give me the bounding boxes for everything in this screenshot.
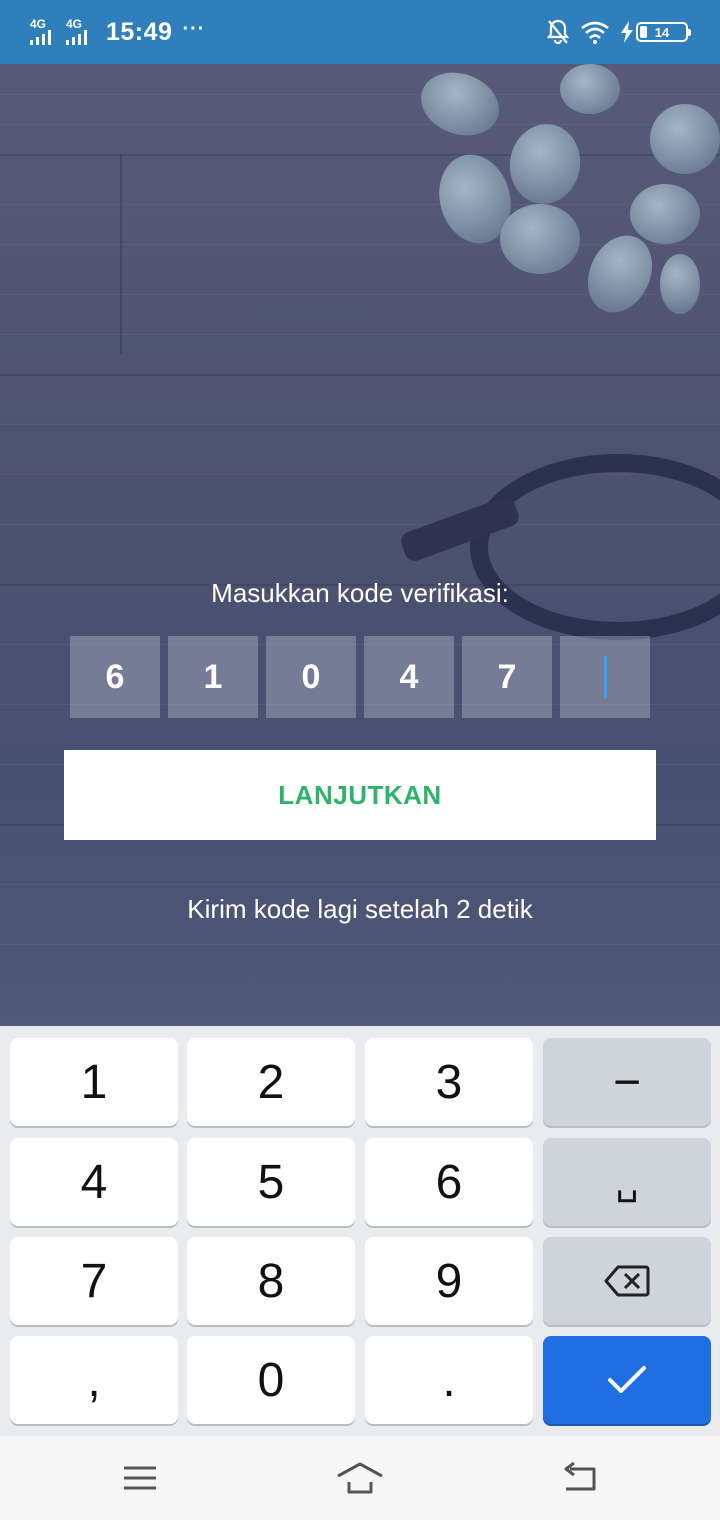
resend-countdown: Kirim kode lagi setelah 2 detik: [187, 894, 533, 924]
verification-prompt: Masukkan kode verifikasi:: [211, 578, 509, 608]
checkmark-icon: [608, 1366, 646, 1393]
more-notifications-icon: ···: [182, 17, 206, 40]
home-icon: [337, 1462, 383, 1494]
key-5[interactable]: 5: [187, 1138, 355, 1226]
key-comma[interactable]: ,: [10, 1336, 178, 1424]
otp-digit-box[interactable]: 1: [168, 636, 258, 718]
key-space[interactable]: ␣: [543, 1138, 711, 1226]
status-bar: 4G 4G 15:49 ··· 14: [0, 0, 720, 64]
key-6[interactable]: 6: [365, 1138, 533, 1226]
navigation-bar: [0, 1436, 720, 1520]
status-left: 4G 4G 15:49 ···: [30, 14, 205, 50]
key-1[interactable]: 1: [10, 1038, 178, 1126]
back-icon: [564, 1461, 596, 1491]
back-button[interactable]: [550, 1458, 610, 1498]
clock: 15:49: [106, 17, 173, 46]
backspace-icon: [604, 1265, 650, 1297]
battery-icon: 14: [636, 22, 691, 42]
key-backspace[interactable]: [543, 1237, 711, 1325]
menu-icon: [124, 1466, 156, 1490]
signal-icon: 4G: [30, 17, 64, 47]
charging-bolt-icon: [621, 21, 633, 43]
otp-digit-box[interactable]: 4: [364, 636, 454, 718]
otp-digit-box[interactable]: 0: [266, 636, 356, 718]
verification-screen: Masukkan kode verifikasi: 6 1 0 4 7 LANJ…: [0, 64, 720, 1026]
key-3[interactable]: 3: [365, 1038, 533, 1126]
key-4[interactable]: 4: [10, 1138, 178, 1226]
glasses-decoration: [470, 454, 720, 640]
status-right: 14: [546, 16, 691, 48]
battery-level: 14: [654, 24, 670, 40]
key-7[interactable]: 7: [10, 1237, 178, 1325]
key-minus[interactable]: −: [543, 1038, 711, 1126]
menu-button[interactable]: [110, 1458, 170, 1498]
key-8[interactable]: 8: [187, 1237, 355, 1325]
otp-digit-box[interactable]: 7: [462, 636, 552, 718]
home-button[interactable]: [330, 1458, 390, 1498]
wifi-icon: [581, 21, 609, 44]
key-9[interactable]: 9: [365, 1237, 533, 1325]
continue-button[interactable]: LANJUTKAN: [64, 750, 656, 840]
network-type-label: 4G: [30, 17, 47, 31]
otp-digit-box-active[interactable]: [560, 636, 650, 718]
numeric-keyboard: 1 2 3 − 4 5 6 ␣ 7 8 9 , 0 .: [0, 1026, 720, 1436]
text-cursor: [603, 656, 607, 698]
signal-icon: 4G: [66, 17, 100, 47]
key-2[interactable]: 2: [187, 1038, 355, 1126]
otp-input-row[interactable]: 6 1 0 4 7: [70, 636, 650, 718]
key-done[interactable]: [543, 1336, 711, 1424]
key-0[interactable]: 0: [187, 1336, 355, 1424]
key-period[interactable]: .: [365, 1336, 533, 1424]
mute-bell-icon: [546, 19, 570, 45]
otp-digit-box[interactable]: 6: [70, 636, 160, 718]
network-type-label: 4G: [66, 17, 83, 31]
